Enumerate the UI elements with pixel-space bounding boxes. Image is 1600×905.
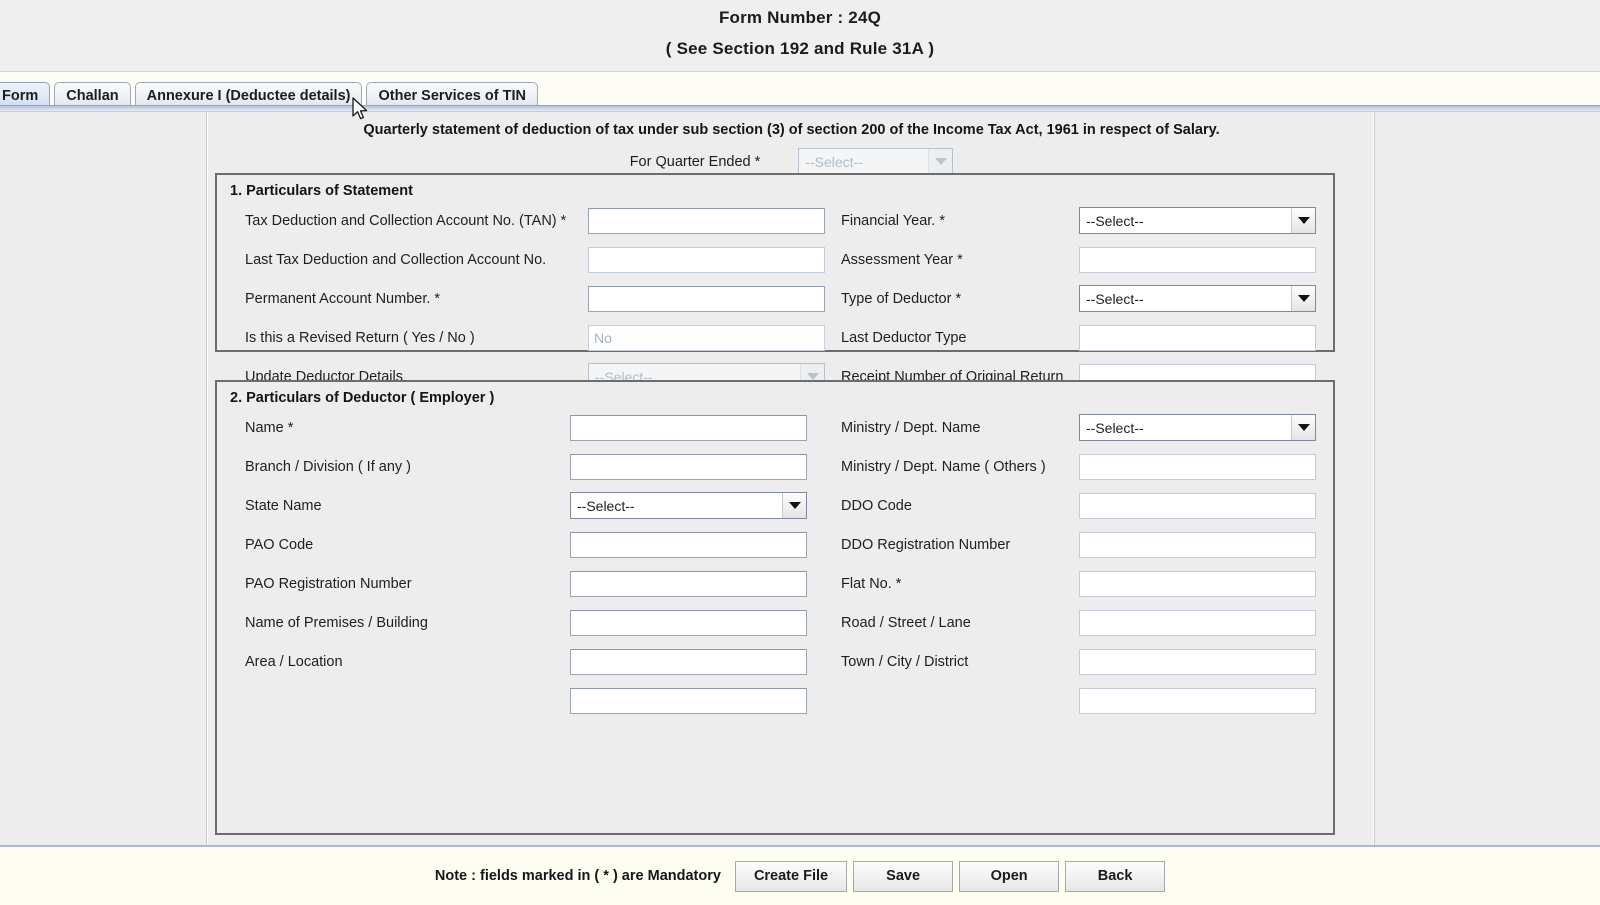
last-tax-deduction-and-collection-account-no-label: Last Tax Deduction and Collection Accoun… <box>245 252 546 268</box>
assessment-year-input[interactable] <box>1079 247 1316 273</box>
select-value: --Select-- <box>1080 415 1291 440</box>
financial-year-label: Financial Year. * <box>841 213 945 229</box>
area-location-label: Area / Location <box>245 654 343 670</box>
pao-registration-number-input[interactable] <box>570 571 807 597</box>
back-button[interactable]: Back <box>1065 861 1165 892</box>
field-input[interactable] <box>1079 688 1316 714</box>
ddo-registration-number-label: DDO Registration Number <box>841 537 1010 553</box>
chevron-down-icon <box>782 493 806 518</box>
name-input[interactable] <box>570 415 807 441</box>
footer-inner: Note : fields marked in ( * ) are Mandat… <box>0 847 1600 905</box>
flat-no-label: Flat No. * <box>841 576 901 592</box>
type-of-deductor-label: Type of Deductor * <box>841 291 961 307</box>
form-row: Is this a Revised Return ( Yes / No ) No L… <box>217 318 1333 357</box>
flat-no-input[interactable] <box>1079 571 1316 597</box>
section-particulars-of-statement: 1. Particulars of Statement Tax Deductio… <box>215 173 1335 352</box>
ministry-dept-name-label: Ministry / Dept. Name <box>841 420 980 436</box>
is-this-a-revised-return-yes-no-label: Is this a Revised Return ( Yes / No ) <box>245 330 475 346</box>
form-row: PAO Registration Number Flat No. * <box>217 564 1333 603</box>
town-city-district-input[interactable] <box>1079 649 1316 675</box>
branch-division-if-any-input[interactable] <box>570 454 807 480</box>
form-row: PAO Code DDO Registration Number <box>217 525 1333 564</box>
state-name-label: State Name <box>245 498 322 514</box>
workspace: Quarterly statement of deduction of tax … <box>0 112 1600 845</box>
chevron-down-icon <box>928 149 952 174</box>
pao-code-label: PAO Code <box>245 537 313 553</box>
type-of-deductor-select[interactable]: --Select-- <box>1079 285 1316 312</box>
ministry-dept-name-select[interactable]: --Select-- <box>1079 414 1316 441</box>
form-row: Permanent Account Number. * Type of Deduc… <box>217 279 1333 318</box>
ministry-dept-name-others-label: Ministry / Dept. Name ( Others ) <box>841 459 1046 475</box>
form-row: Area / Location Town / City / District <box>217 642 1333 681</box>
tax-deduction-and-collection-account-no-tan-label: Tax Deduction and Collection Account No.… <box>245 213 566 229</box>
quarter-ended-row: For Quarter Ended * --Select-- <box>208 148 1375 175</box>
form-row: Branch / Division ( If any ) Ministry / D… <box>217 447 1333 486</box>
chevron-down-icon <box>1291 208 1315 233</box>
app-header: Form Number : 24Q ( See Section 192 and … <box>0 0 1600 72</box>
tax-deduction-and-collection-account-no-tan-input[interactable] <box>588 208 825 234</box>
open-button[interactable]: Open <box>959 861 1059 892</box>
state-name-select[interactable]: --Select-- <box>570 492 807 519</box>
ddo-registration-number-input[interactable] <box>1079 532 1316 558</box>
tab-label: Form <box>2 88 38 104</box>
chevron-down-icon <box>1291 415 1315 440</box>
ddo-code-label: DDO Code <box>841 498 912 514</box>
last-deductor-type-label: Last Deductor Type <box>841 330 966 346</box>
form-row: Tax Deduction and Collection Account No.… <box>217 201 1333 240</box>
road-street-lane-input[interactable] <box>1079 610 1316 636</box>
left-gutter <box>0 112 207 845</box>
field-input[interactable] <box>570 688 807 714</box>
save-button[interactable]: Save <box>853 861 953 892</box>
financial-year-select[interactable]: --Select-- <box>1079 207 1316 234</box>
branch-division-if-any-label: Branch / Division ( If any ) <box>245 459 411 475</box>
form-row: Name of Premises / Building Road / Street… <box>217 603 1333 642</box>
tabs-row: Form Challan Annexure I (Deductee details)… <box>0 81 542 108</box>
name-of-premises-building-label: Name of Premises / Building <box>245 615 428 631</box>
name-label: Name * <box>245 420 293 436</box>
tab-label: Challan <box>66 88 118 104</box>
ddo-code-input[interactable] <box>1079 493 1316 519</box>
pao-registration-number-label: PAO Registration Number <box>245 576 412 592</box>
chevron-down-icon <box>1291 286 1315 311</box>
name-of-premises-building-input[interactable] <box>570 610 807 636</box>
last-deductor-type-input[interactable] <box>1079 325 1316 351</box>
assessment-year-label: Assessment Year * <box>841 252 963 268</box>
form-row: Last Tax Deduction and Collection Accoun… <box>217 240 1333 279</box>
town-city-district-label: Town / City / District <box>841 654 968 670</box>
panel-separator <box>0 105 1600 112</box>
last-tax-deduction-and-collection-account-no-input[interactable] <box>588 247 825 273</box>
create-file-button[interactable]: Create File <box>735 861 847 892</box>
form-description: Quarterly statement of deduction of tax … <box>208 122 1375 138</box>
quarter-ended-label: For Quarter Ended * <box>630 154 761 170</box>
mandatory-note: Note : fields marked in ( * ) are Mandat… <box>435 868 721 884</box>
tab-label: Other Services of TIN <box>378 88 525 104</box>
section2-title: 2. Particulars of Deductor ( Employer ) <box>230 390 494 406</box>
form-row <box>217 681 1333 720</box>
tab-label: Annexure I (Deductee details) <box>147 88 351 104</box>
permanent-account-number-label: Permanent Account Number. * <box>245 291 440 307</box>
pao-code-input[interactable] <box>570 532 807 558</box>
permanent-account-number-input[interactable] <box>588 286 825 312</box>
quarter-ended-select[interactable]: --Select-- <box>798 148 953 175</box>
road-street-lane-label: Road / Street / Lane <box>841 615 971 631</box>
right-gutter <box>1374 112 1600 845</box>
select-value: --Select-- <box>1080 286 1291 311</box>
form-number-title: Form Number : 24Q <box>0 8 1600 28</box>
section1-title: 1. Particulars of Statement <box>230 183 413 199</box>
ministry-dept-name-others-input[interactable] <box>1079 454 1316 480</box>
footer-bar: Note : fields marked in ( * ) are Mandat… <box>0 845 1600 903</box>
select-value: --Select-- <box>1080 208 1291 233</box>
form-row: Name * Ministry / Dept. Name --Select-- <box>217 408 1333 447</box>
form-row: State Name --Select-- DDO Code <box>217 486 1333 525</box>
form-reference-subtitle: ( See Section 192 and Rule 31A ) <box>0 39 1600 59</box>
area-location-input[interactable] <box>570 649 807 675</box>
form-content-panel: Quarterly statement of deduction of tax … <box>207 112 1374 845</box>
section-particulars-of-deductor: 2. Particulars of Deductor ( Employer ) … <box>215 380 1335 835</box>
select-value: --Select-- <box>571 493 782 518</box>
is-this-a-revised-return-yes-no-input: No <box>588 325 825 351</box>
quarter-ended-value: --Select-- <box>799 149 928 174</box>
tab-bar: Form Challan Annexure I (Deductee details)… <box>0 72 1600 108</box>
